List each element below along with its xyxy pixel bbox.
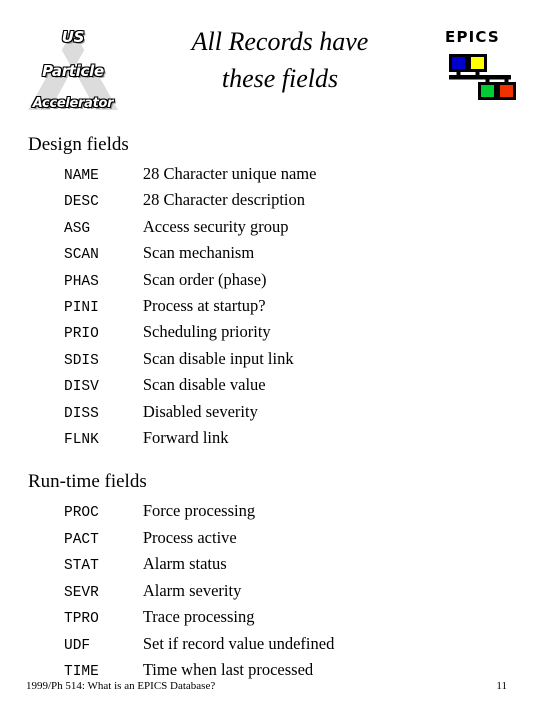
field-description: Scheduling priority (142, 322, 271, 342)
field-name: UDF (64, 637, 91, 654)
uspas-line-particle: Particle (42, 61, 105, 80)
field-name: FLNK (64, 432, 99, 449)
slide-title-line-2: these fields (221, 63, 339, 93)
field-name: DESC (64, 194, 99, 211)
field-row: DISS Disabled severity (0, 400, 316, 426)
field-name: PRIO (64, 326, 99, 343)
section-runtime-fields: Run-time fields PROC Force processing PACT… (0, 472, 540, 684)
field-name: SDIS (64, 352, 99, 369)
field-description: Scan order (phase) (142, 269, 267, 289)
field-row: PINI Process at startup? (0, 294, 316, 320)
epics-node-yellow (471, 57, 484, 69)
field-row: PHAS Scan order (phase) (0, 268, 316, 294)
field-description: Forward link (142, 428, 229, 448)
field-name: NAME (64, 168, 99, 184)
footer-note: 1999/Ph 514: What is an EPICS Database? (26, 680, 216, 692)
field-description: Scan disable input link (142, 348, 294, 368)
slide-footer: 1999/Ph 514: What is an EPICS Database? … (0, 678, 540, 694)
field-description: Scan mechanism (142, 243, 255, 263)
field-name: PINI (64, 300, 99, 317)
field-row: SCAN Scan mechanism (0, 241, 316, 267)
runtime-fields-table: PROC Force processing PACT Process active ST… (0, 499, 334, 684)
field-name: DISV (64, 379, 99, 396)
field-name: PHAS (64, 273, 99, 290)
field-name: TPRO (64, 611, 99, 628)
field-description: 28 Character description (142, 190, 306, 210)
field-row: DESC 28 Character description (0, 188, 316, 214)
field-description: Disabled severity (142, 401, 258, 421)
epics-node-blue (452, 57, 465, 69)
slide-header: US Particle Accelerator All Records have… (0, 0, 540, 125)
field-description: 28 Character unique name (142, 164, 317, 183)
footer-page-number: 11 (496, 680, 507, 692)
field-row: PROC Force processing (0, 499, 334, 525)
field-row: DISV Scan disable value (0, 373, 316, 399)
field-name: SEVR (64, 584, 99, 601)
uspas-line-us: US (61, 28, 85, 46)
field-description: Alarm status (142, 554, 227, 574)
field-name: STAT (64, 558, 99, 575)
slide-content: Design fields NAME 28 Character unique na… (0, 125, 540, 684)
uspas-wordmark: US Particle Accelerator (26, 24, 120, 114)
field-name: PROC (64, 505, 99, 522)
field-name: PACT (64, 531, 99, 548)
field-description: Process at startup? (142, 296, 266, 316)
field-description: Set if record value undefined (142, 633, 335, 653)
epics-node-red (500, 85, 513, 97)
field-row: SDIS Scan disable input link (0, 347, 316, 373)
field-row: PACT Process active (0, 526, 334, 552)
field-row: UDF Set if record value undefined (0, 632, 334, 658)
field-row: FLNK Forward link (0, 426, 316, 452)
uspas-line-accelerator: Accelerator (32, 96, 114, 111)
field-row: SEVR Alarm severity (0, 579, 334, 605)
epics-node-green (481, 85, 494, 97)
field-description: Force processing (142, 501, 256, 521)
field-row: PRIO Scheduling priority (0, 320, 316, 346)
epics-wordmark: EPICS (445, 28, 500, 46)
design-fields-table: NAME 28 Character unique name DESC 28 Chara… (0, 162, 316, 452)
field-row: NAME 28 Character unique name (0, 162, 316, 188)
field-row: ASG Access security group (0, 215, 316, 241)
field-name: DISS (64, 405, 99, 422)
field-row: STAT Alarm status (0, 552, 334, 578)
design-fields-body: NAME 28 Character unique name DESC 28 Chara… (0, 162, 316, 452)
field-description: Scan disable value (142, 375, 266, 395)
field-name: ASG (64, 220, 91, 237)
slide-title: All Records have these fields (130, 24, 430, 98)
epics-logo: EPICS (443, 30, 519, 102)
field-name: SCAN (64, 247, 99, 264)
epics-network-diagram-icon (449, 54, 516, 100)
field-description: Alarm severity (142, 580, 242, 600)
field-description: Trace processing (142, 607, 255, 627)
section-heading-design: Design fields (28, 134, 129, 155)
runtime-fields-body: PROC Force processing PACT Process active ST… (0, 499, 334, 684)
field-description: Process active (142, 527, 237, 547)
section-heading-runtime: Run-time fields (28, 471, 147, 493)
us-particle-accelerator-logo: US Particle Accelerator (26, 24, 120, 114)
field-description: Access security group (142, 216, 289, 236)
field-row: TPRO Trace processing (0, 605, 334, 631)
slide-title-line-1: All Records have (191, 27, 369, 56)
section-design-fields: Design fields NAME 28 Character unique na… (0, 135, 540, 452)
